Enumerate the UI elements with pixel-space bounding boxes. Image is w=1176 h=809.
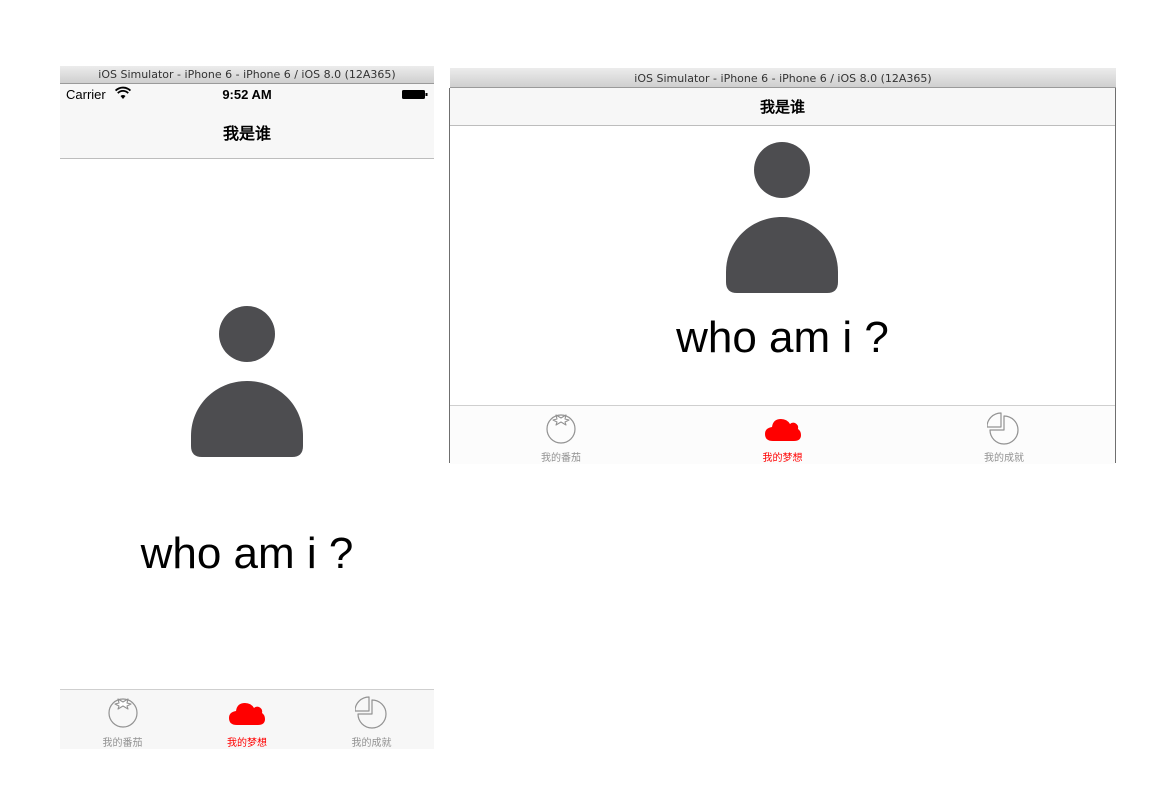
pie-chart-icon [354,696,387,729]
landscape-who-am-i-label: who am i ? [676,313,889,362]
landscape-person-icon [726,142,838,293]
portrait-simulator-title: iOS Simulator - iPhone 6 - iPhone 6 / iO… [98,68,396,81]
tomato-icon [546,414,576,444]
landscape-nav-bar: 我是谁 [450,88,1115,126]
battery-icon [402,90,428,99]
portrait-nav-bar: 我是谁 [60,106,434,159]
tab-label: 我的番茄 [102,738,143,749]
portrait-status-bar: Carrier 9:52 AM [60,84,434,106]
status-time: 9:52 AM [222,87,272,102]
landscape-tab-dream[interactable]: 我的梦想 [672,406,893,464]
landscape-tab-tomato[interactable]: 我的番茄 [450,406,672,464]
portrait-simulator-titlebar[interactable]: iOS Simulator - iPhone 6 - iPhone 6 / iO… [60,66,434,84]
tomato-icon [107,698,138,728]
portrait-tab-tomato[interactable]: 我的番茄 [60,690,185,749]
portrait-tab-bar: 我的番茄 我的梦想 我的成就 [60,689,434,749]
portrait-tab-dream[interactable]: 我的梦想 [185,690,309,749]
portrait-who-am-i-label: who am i ? [140,529,354,578]
tab-label: 我的成就 [984,453,1024,464]
portrait-page-title: 我是谁 [222,124,271,143]
tab-label: 我的梦想 [227,738,267,749]
cloud-icon [764,419,801,441]
portrait-person-icon [191,306,303,457]
landscape-tab-bar: 我的番茄 我的梦想 我的成就 [450,405,1115,464]
tab-label: 我的成就 [351,738,392,749]
landscape-tab-achievement[interactable]: 我的成就 [893,406,1115,464]
tab-label: 我的番茄 [541,453,581,464]
landscape-simulator-titlebar[interactable]: iOS Simulator - iPhone 6 - iPhone 6 / iO… [450,68,1116,88]
landscape-page-title: 我是谁 [759,98,805,116]
pie-chart-icon [987,412,1019,445]
tab-label: 我的梦想 [762,453,803,464]
portrait-tab-achievement[interactable]: 我的成就 [309,690,434,749]
landscape-simulator-title: iOS Simulator - iPhone 6 - iPhone 6 / iO… [634,72,932,85]
cloud-icon [229,703,265,725]
landscape-frame-right-edge [1115,88,1116,463]
